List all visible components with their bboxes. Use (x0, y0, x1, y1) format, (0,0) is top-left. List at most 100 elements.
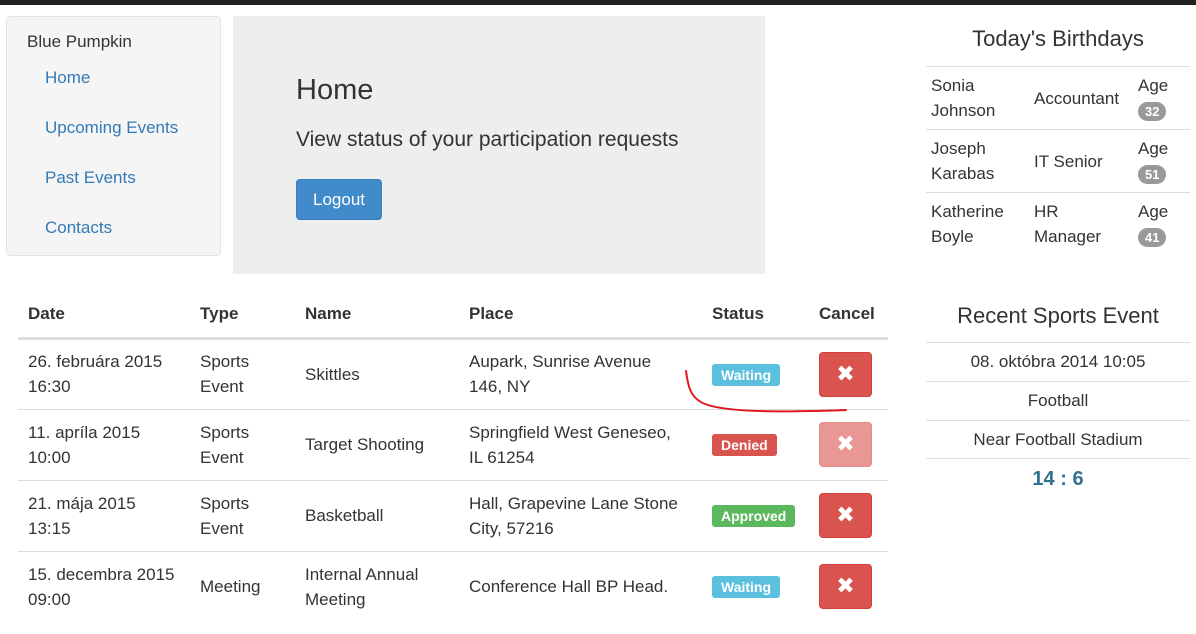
person-age: Age 41 (1133, 192, 1190, 256)
birthday-row: Katherine Boyle HR Manager Age 41 (926, 192, 1190, 256)
time-text: 13:15 (28, 518, 71, 538)
column-header-name: Name (295, 292, 459, 340)
birthday-row: Sonia Johnson Accountant Age 32 (926, 66, 1190, 130)
event-name: Target Shooting (295, 408, 459, 480)
type-text: Sports (200, 422, 250, 442)
top-bar (0, 0, 1196, 5)
event-date: 21. mája 2015 13:15 (18, 479, 190, 551)
birthdays-title: Today's Birthdays (972, 26, 1144, 51)
person-role: Accountant (1029, 66, 1133, 130)
event-date: 11. apríla 2015 10:00 (18, 408, 190, 480)
name-text: Skittles (305, 364, 360, 384)
event-place: Springfield West Geneseo, IL 61254 (459, 408, 702, 480)
status-badge: Denied (712, 434, 777, 456)
column-header-cancel: Cancel (809, 292, 888, 340)
role-text: HR (1034, 202, 1059, 222)
logout-button[interactable]: Logout (296, 179, 382, 220)
cancel-button[interactable]: ✖ (819, 493, 872, 538)
date-text: 21. mája 2015 (28, 493, 136, 513)
type-text: Sports (200, 352, 250, 371)
status-badge: Waiting (712, 363, 781, 386)
name-text: Target Shooting (305, 435, 425, 454)
first-name: Sonia (931, 76, 975, 95)
type-text: Event (200, 447, 244, 467)
place-text: City, 57216 (469, 518, 554, 538)
first-name: Katherine (931, 202, 1004, 222)
page-title: Home (296, 74, 374, 106)
cancel-button[interactable]: ✖ (819, 351, 872, 397)
last-name: Boyle (931, 227, 974, 247)
recent-event-list: 08. októbra 2014 10:05 Football Near Foo… (926, 342, 1190, 459)
sidebar-item-home[interactable]: Home (45, 68, 90, 88)
event-type: Sports Event (190, 479, 295, 551)
recent-event-sport: Football (926, 381, 1190, 420)
event-date: 15. decembra 2015 09:00 (18, 550, 190, 622)
place-text: Aupark, Sunrise Avenue (469, 352, 652, 371)
age-label: Age (1138, 76, 1169, 95)
event-place: Hall, Grapevine Lane Stone City, 57216 (459, 479, 702, 551)
cancel-button-disabled: ✖ (819, 422, 872, 467)
event-date: 26. februára 2015 16:30 (18, 338, 190, 409)
hero-panel: Home View status of your participation r… (233, 16, 765, 274)
date-text: 11. apríla 2015 (28, 422, 141, 442)
event-name: Basketball (295, 479, 459, 551)
table-row: 15. decembra 2015 09:00 Meeting Internal … (18, 550, 888, 622)
cancel-button[interactable]: ✖ (819, 564, 872, 610)
person-role: HR Manager (1029, 192, 1133, 256)
last-name: Karabas (931, 164, 995, 183)
event-type: Meeting (190, 550, 295, 622)
birthdays-table: Sonia Johnson Accountant Age 32 Joseph Kara… (926, 66, 1190, 256)
type-text: Sports (200, 493, 250, 513)
role-text: Accountant (1034, 88, 1120, 108)
place-text: Springfield West Geneseo, (469, 422, 671, 442)
events-table: Date Type Name Place Status Cancel 26. f… (18, 292, 888, 622)
table-header-row: Date Type Name Place Status Cancel (18, 292, 888, 340)
person-age: Age 32 (1133, 66, 1190, 130)
event-type: Sports Event (190, 338, 295, 409)
age-label: Age (1138, 139, 1169, 158)
table-row: 21. mája 2015 13:15 Sports Event Basketbal… (18, 479, 888, 551)
name-text: Basketball (305, 506, 384, 525)
column-header-type: Type (190, 292, 295, 340)
time-text: 09:00 (28, 589, 71, 609)
table-row: 26. februára 2015 16:30 Sports Event Skitt… (18, 338, 888, 409)
event-name: Skittles (295, 338, 459, 409)
close-icon: ✖ (836, 361, 855, 387)
type-text: Meeting (200, 577, 261, 597)
date-text: 15. decembra 2015 (28, 564, 175, 584)
event-place: Conference Hall BP Head. (459, 550, 702, 622)
sidebar-item-upcoming-events[interactable]: Upcoming Events (45, 118, 178, 138)
event-name: Internal Annual Meeting (295, 550, 459, 622)
type-text: Event (200, 518, 244, 538)
sidebar-item-contacts[interactable]: Contacts (45, 218, 112, 238)
status-badge: Approved (712, 505, 796, 527)
close-icon: ✖ (836, 574, 855, 600)
name-text: Meeting (305, 589, 366, 609)
age-badge: 51 (1138, 165, 1167, 184)
column-header-date: Date (18, 292, 190, 340)
role-text: Manager (1034, 227, 1102, 247)
table-row: 11. apríla 2015 10:00 Sports Event Target … (18, 408, 888, 480)
person-age: Age 51 (1133, 129, 1190, 193)
sidebar-item-past-events[interactable]: Past Events (45, 168, 136, 188)
age-badge: 41 (1138, 228, 1167, 248)
column-header-place: Place (459, 292, 702, 340)
age-badge: 32 (1138, 102, 1167, 121)
sidebar: Blue Pumpkin Home Upcoming Events Past E… (6, 16, 221, 256)
first-name: Joseph (931, 139, 986, 158)
close-icon: ✖ (836, 503, 855, 528)
recent-event-location: Near Football Stadium (926, 420, 1190, 459)
brand-name: Blue Pumpkin (27, 32, 132, 51)
place-text: IL 61254 (469, 447, 535, 467)
name-text: Internal Annual (305, 564, 419, 584)
person-name: Katherine Boyle (926, 192, 1029, 256)
person-name: Sonia Johnson (926, 66, 1029, 130)
person-name: Joseph Karabas (926, 129, 1029, 193)
place-text: Conference Hall BP Head. (469, 577, 669, 597)
last-name: Johnson (931, 101, 996, 120)
time-text: 16:30 (28, 377, 71, 396)
recent-event-datetime: 08. októbra 2014 10:05 (926, 342, 1190, 381)
age-label: Age (1138, 202, 1169, 222)
status-badge: Waiting (712, 576, 781, 599)
time-text: 10:00 (28, 447, 71, 467)
